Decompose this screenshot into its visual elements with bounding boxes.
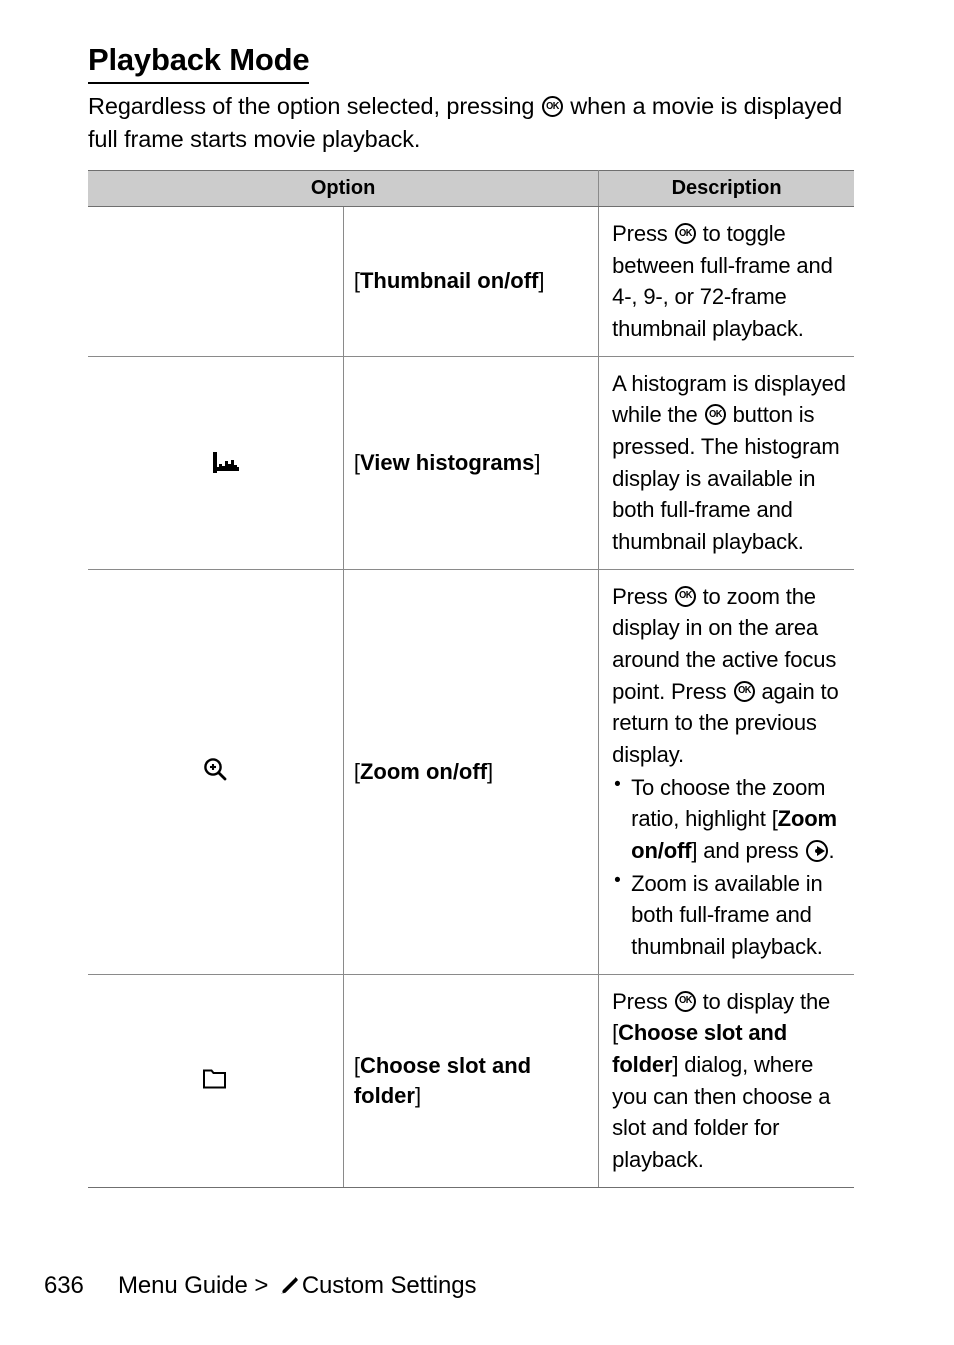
option-name-cell: [Thumbnail on/off] — [343, 206, 600, 357]
bracket-close: ] — [487, 758, 494, 784]
option-description-cell: Press to zoom the display in on the area… — [598, 569, 854, 975]
folder-icon — [202, 1067, 228, 1090]
bullet-text-3: . — [828, 838, 835, 864]
option-icon-cell — [88, 206, 344, 357]
pencil-icon — [277, 1275, 299, 1297]
description-bullet-list: To choose the zoom ratio, highlight [Zoo… — [612, 771, 848, 963]
multi-selector-right-icon — [805, 840, 828, 863]
option-name: Thumbnail on/off — [359, 268, 539, 294]
desc-paragraph: Press to zoom the display in on the area… — [612, 581, 848, 771]
zoom-magnifier-icon — [202, 756, 228, 782]
option-description-cell: Press to display the [Choose slot and fo… — [598, 974, 854, 1188]
desc-part-1: Press — [612, 583, 674, 609]
intro-paragraph: Regardless of the option selected, press… — [88, 90, 858, 157]
playback-options-table: Option Description [Thumbnail on/off] Pr… — [88, 170, 854, 1188]
breadcrumb-before: Menu Guide > — [118, 1272, 275, 1299]
table-row: [Thumbnail on/off] Press to toggle betwe… — [88, 206, 854, 357]
desc-part-1: Press — [612, 221, 674, 246]
option-icon-cell — [88, 569, 344, 975]
page-title: Playback Mode — [88, 43, 310, 84]
ok-button-icon — [674, 585, 696, 607]
desc-part-1: Press — [612, 988, 674, 1014]
ok-button-icon — [541, 96, 563, 117]
intro-text-before: Regardless of the option selected, press… — [88, 93, 541, 119]
bracket-close: ] — [414, 1082, 422, 1108]
bracket-close: ] — [538, 268, 545, 294]
ok-button-icon — [704, 404, 726, 426]
option-description-cell: Press to toggle between full-frame and 4… — [598, 206, 854, 357]
page-footer: 636 Menu Guide > Custom Settings — [44, 1272, 924, 1300]
table-row: [Zoom on/off] Press to zoom the display … — [88, 569, 854, 975]
ok-button-icon — [674, 990, 696, 1012]
table-row: [Choose slot and folder] Press to displa… — [88, 974, 854, 1188]
option-description-cell: A histogram is displayed while the butto… — [598, 356, 854, 570]
option-name-cell: [Zoom on/off] — [343, 569, 600, 975]
option-name: Choose slot and folder — [353, 1052, 532, 1108]
table-header: Option Description — [88, 170, 854, 207]
option-name: View histograms — [359, 449, 535, 475]
ok-button-icon — [674, 223, 696, 244]
document-page: Playback Mode Regardless of the option s… — [0, 0, 954, 1345]
ok-button-icon — [733, 680, 755, 702]
list-item: Zoom is available in both full-frame and… — [612, 867, 848, 963]
table-header-row: Option Description — [88, 170, 854, 207]
bracket-close: ] — [534, 449, 541, 475]
bullet-text-1: Zoom is available in both full-frame and… — [631, 870, 823, 960]
option-name-cell: [View histograms] — [343, 356, 600, 570]
option-icon-cell — [88, 974, 344, 1188]
breadcrumb-after: Custom Settings — [301, 1272, 477, 1299]
bullet-text-2: ] and press — [691, 838, 805, 864]
table-row: [View histograms] A histogram is display… — [88, 356, 854, 570]
column-header-description: Description — [598, 170, 854, 207]
option-name-cell: [Choose slot and folder] — [343, 974, 600, 1188]
option-icon-cell — [88, 356, 344, 570]
option-name: Zoom on/off — [359, 758, 488, 784]
list-item: To choose the zoom ratio, highlight [Zoo… — [612, 771, 848, 867]
table-body: [Thumbnail on/off] Press to toggle betwe… — [88, 206, 854, 1188]
column-header-option: Option — [88, 170, 600, 207]
page-number: 636 — [44, 1272, 84, 1299]
